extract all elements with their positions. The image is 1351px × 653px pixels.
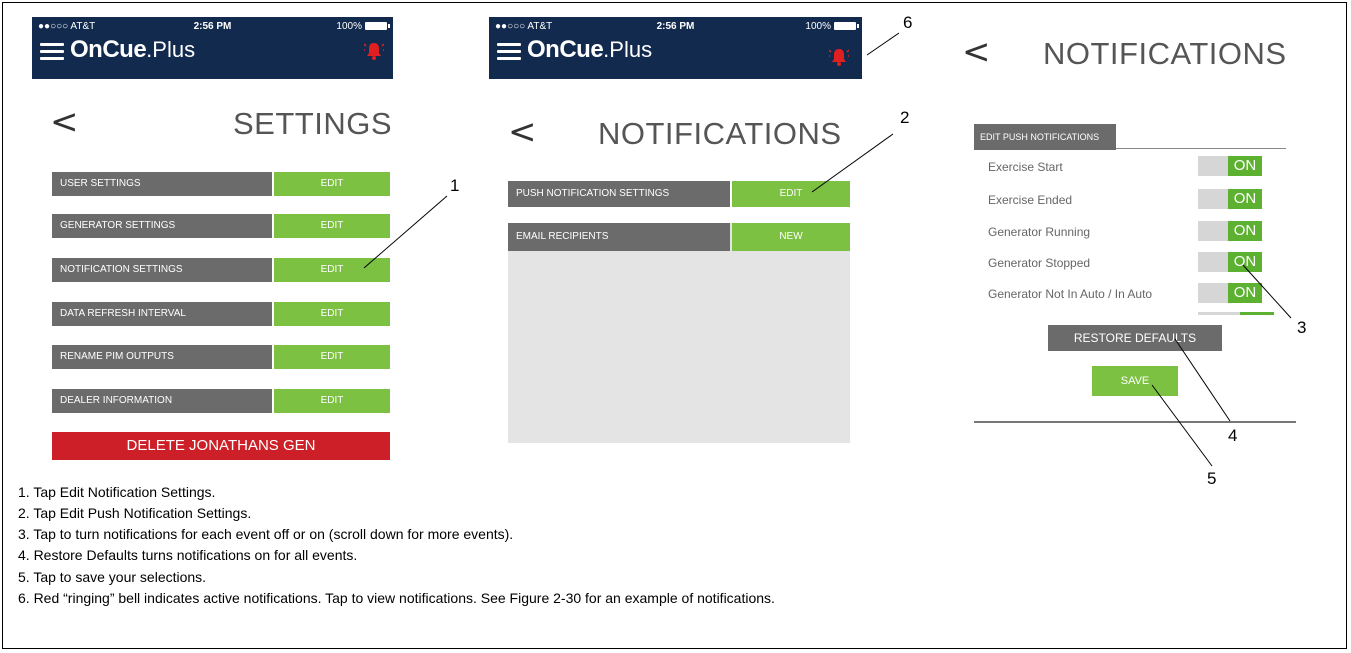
callout-number: 5: [1207, 469, 1217, 488]
instruction-line: 4. Restore Defaults turns notifications …: [18, 547, 358, 563]
instruction-line: 5. Tap to save your selections.: [18, 569, 207, 585]
callout-number: 1: [450, 176, 460, 195]
instruction-line: 1. Tap Edit Notification Settings.: [18, 484, 216, 500]
instruction-line: 6. Red “ringing” bell indicates active n…: [18, 590, 775, 606]
callout-number: 4: [1228, 426, 1238, 445]
instruction-line: 2. Tap Edit Push Notification Settings.: [18, 505, 252, 521]
callout-number: 6: [903, 13, 913, 32]
instruction-line: 3. Tap to turn notifications for each ev…: [18, 526, 514, 542]
callout-number: 3: [1297, 318, 1307, 337]
callout-number: 2: [900, 108, 910, 127]
